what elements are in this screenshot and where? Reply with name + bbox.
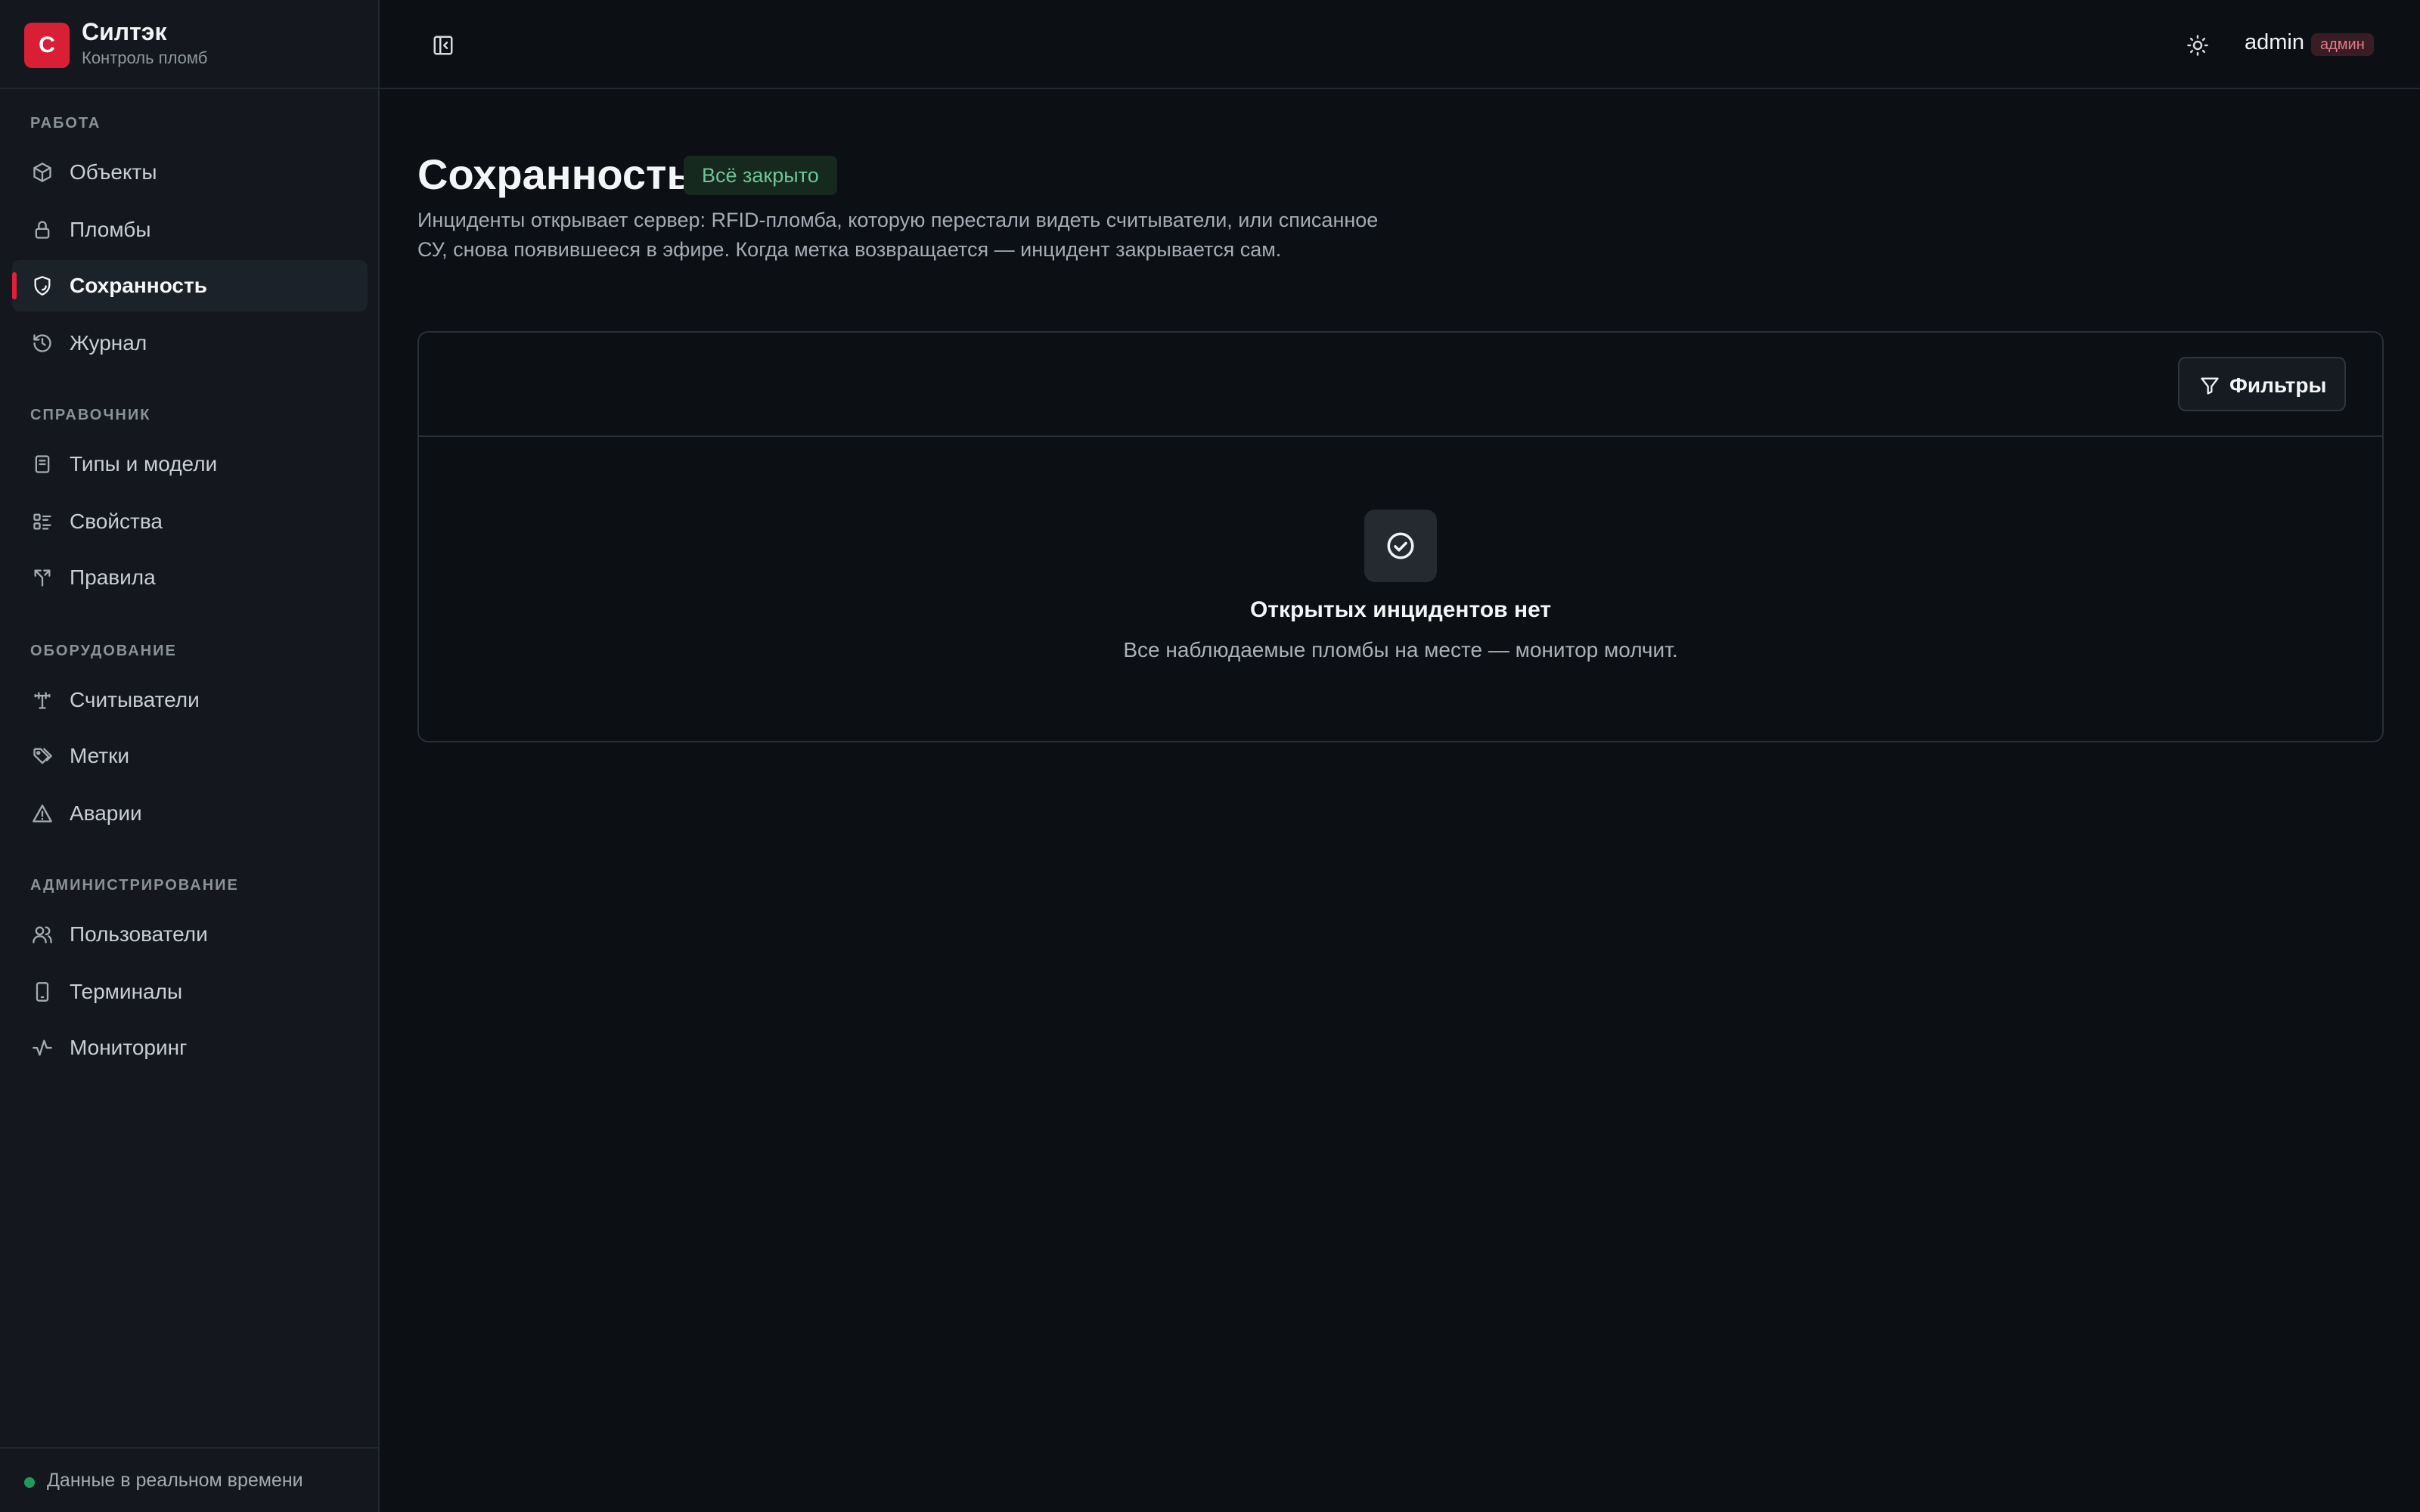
brand-name: Силтэк (82, 18, 167, 45)
empty-state-text: Все наблюдаемые пломбы на месте — монито… (1123, 638, 1678, 662)
filter-icon (2201, 377, 2219, 395)
sidebar-item-terminals[interactable]: Терминалы (12, 966, 368, 1018)
check-circle-icon (1387, 532, 1414, 559)
sidebar-item-label: Аварии (70, 801, 142, 825)
split-arrow-icon (34, 569, 51, 587)
page-description: Инциденты открывает сервер: RFID-пломба,… (417, 209, 1379, 261)
users-icon (33, 926, 52, 943)
sidebar-item-label: Мониторинг (70, 1036, 188, 1059)
empty-state-title: Открытых инцидентов нет (1249, 597, 1552, 622)
sidebar-item-label: Считыватели (70, 688, 200, 711)
sidebar-item-monitoring[interactable]: Мониторинг (12, 1022, 368, 1074)
sidebar-item-label: Правила (70, 565, 156, 589)
brand-subtitle: Контроль пломб (82, 48, 208, 67)
sidebar-item-rules[interactable]: Правила (12, 552, 368, 603)
sidebar-item-types-models[interactable]: Типы и модели (12, 438, 368, 490)
nav-section-reference: СПРАВОЧНИК (30, 407, 151, 423)
warning-icon (33, 804, 52, 823)
live-status-dot (24, 1477, 35, 1488)
sidebar-item-integrity[interactable]: Сохранность (12, 260, 368, 311)
active-indicator (12, 272, 17, 299)
incidents-panel: Фильтры Открытых инцидентов нет Все набл… (417, 331, 2384, 742)
sidebar-item-readers[interactable]: Считыватели (12, 674, 368, 726)
sidebar-item-label: Типы и модели (70, 452, 218, 476)
tags-icon (33, 748, 52, 764)
brand-logo: С (24, 23, 70, 68)
filters-button[interactable]: Фильтры (2178, 357, 2346, 411)
empty-state-icon-box (1364, 510, 1437, 582)
sidebar-item-properties[interactable]: Свойства (12, 496, 368, 547)
shield-icon (34, 276, 51, 296)
theme-toggle-button[interactable] (2181, 29, 2214, 62)
sidebar-item-label: Журнал (70, 331, 147, 355)
nav-section-admin: АДМИНИСТРИРОВАНИЕ (30, 877, 239, 894)
sidebar-item-seals[interactable]: Пломбы (12, 204, 368, 256)
sidebar-item-label: Терминалы (70, 980, 183, 1003)
live-status-text: Данные в реальном времени (47, 1470, 303, 1491)
sidebar-collapse-icon (433, 36, 453, 55)
sidebar-item-label: Пломбы (70, 218, 151, 241)
sidebar-item-users[interactable]: Пользователи (12, 909, 368, 960)
collapse-sidebar-button[interactable] (428, 30, 458, 60)
brand[interactable]: С Силтэк Контроль пломб (0, 0, 378, 89)
history-icon (33, 334, 51, 352)
sidebar-footer: Данные в реальном времени (0, 1447, 378, 1512)
antenna-icon (34, 692, 51, 709)
lock-icon (35, 221, 50, 239)
cube-icon (33, 163, 51, 182)
sidebar-item-tags[interactable]: Метки (12, 730, 368, 782)
role-badge: админ (2311, 33, 2374, 56)
filters-button-label: Фильтры (2229, 373, 2327, 397)
sidebar-item-label: Объекты (70, 160, 157, 184)
sidebar-item-label: Свойства (70, 510, 163, 533)
book-icon (35, 455, 50, 473)
panel-toolbar: Фильтры (419, 333, 2382, 437)
sidebar-item-objects[interactable]: Объекты (12, 147, 368, 198)
user-name[interactable]: admin (2245, 30, 2304, 55)
nav-section-equipment: ОБОРУДОВАНИЕ (30, 643, 177, 659)
sidebar-item-journal[interactable]: Журнал (12, 318, 368, 369)
nav-section-work: РАБОТА (30, 115, 101, 132)
activity-icon (33, 1040, 52, 1056)
page-title: Сохранность (417, 150, 693, 198)
sidebar-item-label: Сохранность (70, 274, 207, 297)
sun-icon (2187, 35, 2208, 56)
top-header: admin админ (380, 0, 2420, 89)
sidebar-item-alarms[interactable]: Аварии (12, 788, 368, 839)
sidebar: С Силтэк Контроль пломб РАБОТА Объекты П… (0, 0, 380, 1512)
sidebar-item-label: Пользователи (70, 922, 208, 946)
list-icon (33, 513, 51, 530)
status-badge: Всё закрыто (684, 156, 837, 195)
sidebar-item-label: Метки (70, 744, 129, 767)
smartphone-icon (36, 982, 49, 1002)
